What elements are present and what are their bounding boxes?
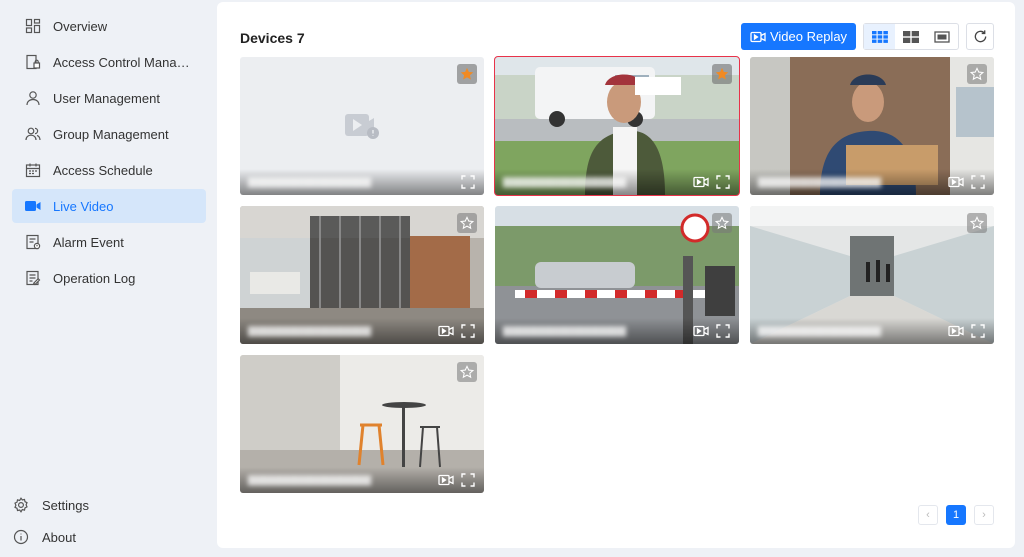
settings-button[interactable]: Settings	[12, 490, 89, 520]
about-button[interactable]: About	[12, 522, 76, 552]
alarm-event-icon	[24, 233, 42, 251]
favorite-star-button[interactable]	[712, 64, 732, 84]
favorite-star-button[interactable]	[967, 64, 987, 84]
grid-2x2-icon	[902, 30, 919, 43]
sidebar-item-group-management[interactable]: Group Management	[12, 117, 206, 151]
refresh-button[interactable]	[966, 23, 994, 50]
record-video-icon	[693, 176, 709, 188]
layout-grid-2x2-button[interactable]	[895, 24, 926, 49]
record-button[interactable]	[692, 323, 710, 339]
fullscreen-button[interactable]	[459, 174, 477, 190]
record-video-icon	[438, 325, 454, 337]
favorite-star-button[interactable]	[457, 362, 477, 382]
star-outline-icon	[970, 67, 984, 81]
sidebar-item-label: Live Video	[53, 198, 114, 214]
camera-tile[interactable]: ▇▇▇▇▇▇▇▇▇▇▇▇▇▇▇▇	[750, 206, 994, 344]
sidebar-item-label: Overview	[53, 18, 108, 34]
chevron-right-icon: ›	[982, 509, 986, 521]
layout-switcher	[863, 23, 959, 50]
sidebar-item-label: User Management	[53, 90, 160, 106]
group-icon	[24, 125, 42, 143]
star-filled-icon	[460, 67, 474, 80]
fullscreen-button[interactable]	[714, 174, 732, 190]
video-camera-icon	[24, 197, 42, 215]
star-outline-icon	[460, 216, 474, 230]
page-number[interactable]: 1	[946, 505, 966, 525]
layout-single-button[interactable]	[927, 24, 958, 49]
sidebar-item-label: Alarm Event	[53, 234, 124, 250]
page-title: Devices 7	[240, 30, 305, 46]
record-button[interactable]	[947, 323, 965, 339]
fullscreen-icon	[971, 324, 985, 338]
tile-caption: ▇▇▇▇▇▇▇▇▇▇▇▇▇▇▇▇	[240, 169, 484, 195]
favorite-star-button[interactable]	[457, 64, 477, 84]
record-video-icon	[438, 474, 454, 486]
sidebar-item-access-schedule[interactable]: Access Schedule	[12, 153, 206, 187]
camera-tile[interactable]: ▇▇▇▇▇▇▇▇▇▇▇▇▇▇▇▇	[240, 57, 484, 195]
fullscreen-icon	[971, 175, 985, 189]
favorite-star-button[interactable]	[967, 213, 987, 233]
sidebar-item-label: Access Schedule	[53, 162, 153, 178]
record-video-icon	[948, 325, 964, 337]
record-button[interactable]	[692, 174, 710, 190]
chevron-left-icon: ‹	[926, 509, 930, 521]
sidebar-item-live-video[interactable]: Live Video	[12, 189, 206, 223]
star-outline-icon	[970, 216, 984, 230]
fullscreen-icon	[461, 473, 475, 487]
camera-tile[interactable]: ▇▇▇▇▇▇▇▇▇▇▇▇▇▇▇▇	[494, 56, 740, 196]
record-video-icon	[693, 325, 709, 337]
star-outline-icon	[460, 365, 474, 379]
grid-3x3-icon	[871, 30, 888, 43]
sidebar-item-operation-log[interactable]: Operation Log	[12, 261, 206, 295]
star-outline-icon	[715, 216, 729, 230]
layout-grid-3x3-button[interactable]	[864, 24, 896, 49]
fullscreen-button[interactable]	[459, 323, 477, 339]
camera-tile[interactable]: ▇▇▇▇▇▇▇▇▇▇▇▇▇▇▇▇	[495, 206, 739, 344]
sidebar-item-label: Access Control Manag...	[53, 54, 193, 70]
refresh-icon	[974, 30, 986, 43]
favorite-star-button[interactable]	[457, 213, 477, 233]
fullscreen-button[interactable]	[459, 472, 477, 488]
video-replay-button[interactable]: Video Replay	[741, 23, 856, 50]
camera-tile[interactable]: ▇▇▇▇▇▇▇▇▇▇▇▇▇▇▇▇	[240, 206, 484, 344]
camera-tile[interactable]: ▇▇▇▇▇▇▇▇▇▇▇▇▇▇▇▇	[240, 355, 484, 493]
record-button[interactable]	[437, 472, 455, 488]
star-filled-icon	[715, 67, 729, 80]
fullscreen-button[interactable]	[714, 323, 732, 339]
record-button[interactable]	[437, 323, 455, 339]
favorite-star-button[interactable]	[712, 213, 732, 233]
user-icon	[24, 89, 42, 107]
info-icon	[12, 528, 30, 546]
sidebar-item-label: Group Management	[53, 126, 169, 142]
single-view-icon	[934, 30, 950, 43]
settings-label: Settings	[42, 497, 89, 513]
gear-icon	[12, 496, 30, 514]
sidebar-item-overview[interactable]: Overview	[12, 9, 206, 43]
fullscreen-icon	[461, 175, 475, 189]
fullscreen-icon	[716, 324, 730, 338]
record-video-icon	[948, 176, 964, 188]
fullscreen-button[interactable]	[969, 323, 987, 339]
dashboard-icon	[24, 17, 42, 35]
fullscreen-icon	[461, 324, 475, 338]
about-label: About	[42, 529, 76, 545]
sidebar: Overview Access Control Manag... User Ma…	[0, 0, 216, 557]
next-page-button[interactable]: ›	[974, 505, 994, 525]
video-replay-icon	[750, 31, 766, 42]
door-lock-icon	[24, 53, 42, 71]
video-replay-label: Video Replay	[769, 29, 848, 44]
calendar-icon	[24, 161, 42, 179]
sidebar-item-label: Operation Log	[53, 270, 136, 286]
sidebar-item-user-management[interactable]: User Management	[12, 81, 206, 115]
sidebar-item-alarm-event[interactable]: Alarm Event	[12, 225, 206, 259]
log-icon	[24, 269, 42, 287]
camera-tile[interactable]: ▇▇▇▇▇▇▇▇▇▇▇▇▇▇▇▇	[750, 57, 994, 195]
fullscreen-button[interactable]	[969, 174, 987, 190]
main-panel: Devices 7 Video Replay ▇▇▇▇▇▇▇▇▇▇▇▇▇▇▇▇ …	[217, 2, 1015, 548]
fullscreen-icon	[716, 175, 730, 189]
sidebar-item-access-control[interactable]: Access Control Manag...	[12, 45, 206, 79]
record-button[interactable]	[947, 174, 965, 190]
prev-page-button[interactable]: ‹	[918, 505, 938, 525]
